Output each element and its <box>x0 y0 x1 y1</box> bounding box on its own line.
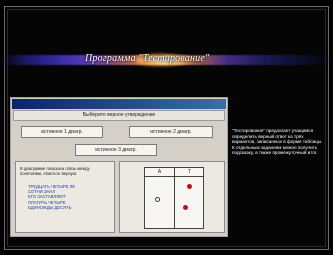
presentation-slide: Программа "Тестирование" Выберите верное… <box>0 0 333 255</box>
task-header: Выберите верное утверждение <box>13 110 225 121</box>
open-circle-marker <box>155 197 160 202</box>
slide-title: Программа "Тестирование" <box>85 53 210 64</box>
red-dot-marker <box>187 184 192 189</box>
question-subtext: ТРЕДЦАТЬ ЧЕТЫРЕ ЛЕ СОТНИ ЗНАЛ ЕГО ЗАСТАВ… <box>28 184 76 210</box>
answer-option-2-button[interactable]: истинное 2 диагр. <box>129 126 213 138</box>
diagram-column-divider <box>174 168 175 228</box>
answer-option-3-button[interactable]: истинное 3 диагр. <box>75 144 157 156</box>
red-dot-marker <box>183 205 188 210</box>
diagram-column-a-label: А <box>157 169 162 175</box>
question-text: В диаграмме показана связь между понятия… <box>20 166 90 176</box>
test-program-window: Выберите верное утверждение истинное 1 д… <box>10 97 228 237</box>
window-titlebar <box>12 99 226 109</box>
diagram-panel: А Т <box>119 161 225 233</box>
program-description: "Тестирование" предлагает учащимся опред… <box>232 128 323 156</box>
question-panel: В диаграмме показана связь между понятия… <box>15 161 115 233</box>
diagram-table: А Т <box>144 167 204 229</box>
answer-option-1-button[interactable]: истинное 1 диагр. <box>21 126 103 138</box>
diagram-column-t-label: Т <box>187 169 192 175</box>
